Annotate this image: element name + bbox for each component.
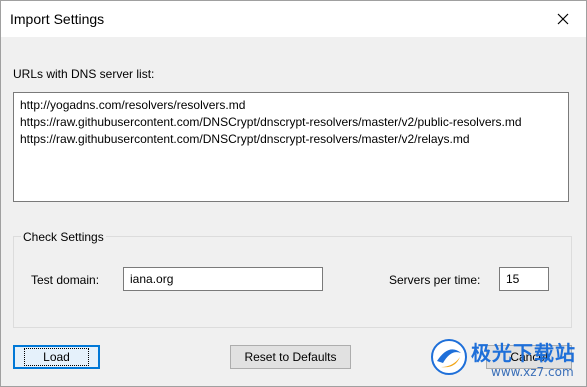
close-button[interactable] [540,1,586,37]
close-icon [557,13,569,25]
import-settings-dialog: Import Settings URLs with DNS server lis… [0,0,587,387]
load-button-label: Load [24,348,89,366]
urls-label: URLs with DNS server list: [13,67,155,81]
load-button[interactable]: Load [13,345,100,369]
watermark-text: 极光下载站 [471,341,576,365]
reset-to-defaults-button[interactable]: Reset to Defaults [230,345,351,369]
servers-per-time-label: Servers per time: [389,273,481,287]
dialog-title: Import Settings [10,11,105,27]
check-settings-title: Check Settings [21,230,106,244]
watermark-url: www.xz7.com [491,365,574,379]
title-bar: Import Settings [1,1,586,37]
test-domain-input[interactable]: iana.org [123,267,323,291]
watermark: 极光下载站 www.xz7.com [429,331,587,386]
servers-per-time-input[interactable]: 15 [499,267,549,291]
watermark-logo-icon [431,339,467,375]
urls-textarea[interactable]: http://yogadns.com/resolvers/resolvers.m… [13,92,569,202]
test-domain-label: Test domain: [31,273,100,287]
